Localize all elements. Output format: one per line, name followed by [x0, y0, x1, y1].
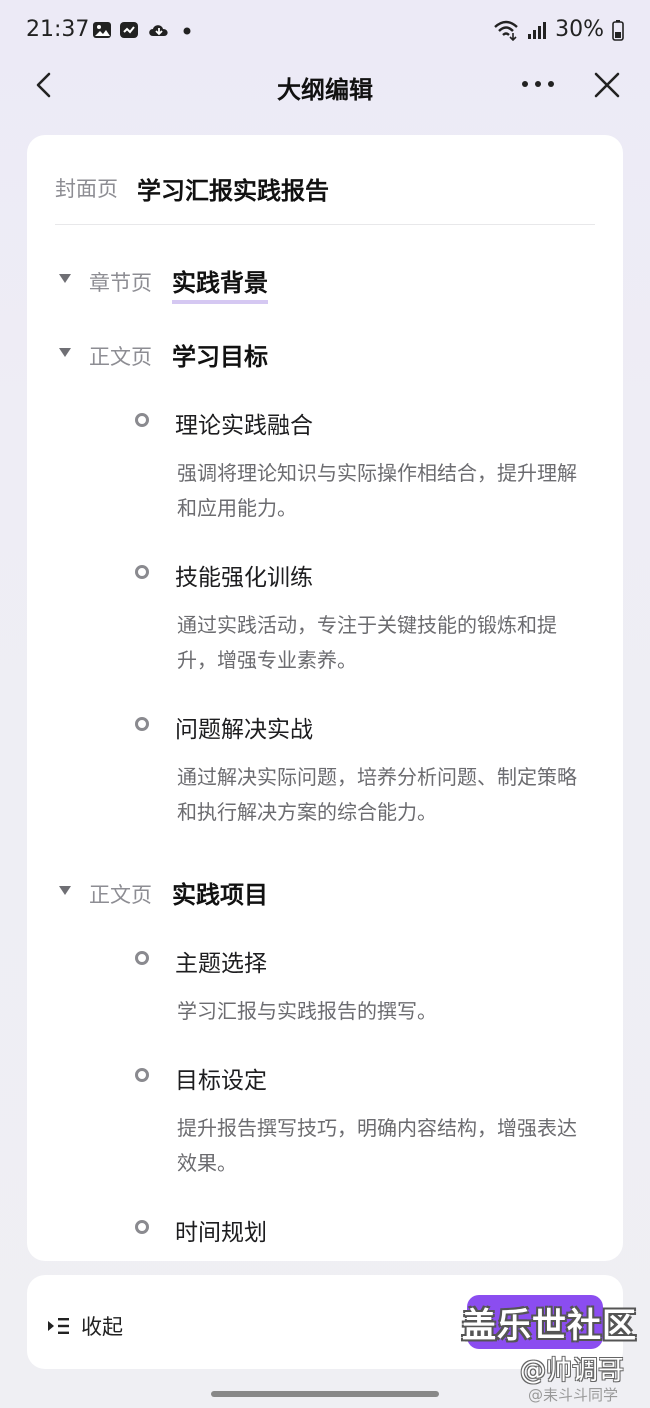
item-description[interactable]: 学习汇报与实践报告的撰写。 — [177, 994, 577, 1029]
close-icon[interactable] — [590, 68, 624, 102]
section-row: 正文页 实践项目 — [55, 875, 595, 915]
battery-percent: 30% — [555, 17, 604, 42]
cover-type-label: 封面页 — [55, 177, 118, 201]
section-type-label: 正文页 — [89, 883, 152, 907]
section-title[interactable]: 学习目标 — [172, 337, 268, 372]
item-description[interactable]: 强调将理论知识与实际操作相结合，提升理解和应用能力。 — [177, 456, 577, 526]
section-title[interactable]: 实践背景 — [172, 263, 268, 304]
cloud-icon — [149, 25, 168, 36]
cover-title[interactable]: 学习汇报实践报告 — [137, 171, 329, 206]
header: 大纲编辑 — [0, 60, 650, 110]
signal-icon — [528, 21, 547, 39]
collapse-button[interactable]: 收起 — [47, 1311, 123, 1341]
section-type-label: 正文页 — [89, 345, 152, 369]
item-title[interactable]: 问题解决实战 — [175, 710, 313, 744]
home-indicator[interactable] — [211, 1391, 439, 1397]
item-title[interactable]: 目标设定 — [175, 1061, 267, 1095]
item-title[interactable]: 理论实践融合 — [175, 406, 313, 440]
section-row: 章节页 实践背景 — [55, 263, 595, 304]
item-description[interactable]: 提升报告撰写技巧，明确内容结构，增强表达效果。 — [177, 1111, 577, 1181]
item-title[interactable]: 时间规划 — [175, 1213, 267, 1247]
cover-row[interactable]: 封面页 学习汇报实践报告 — [55, 171, 595, 225]
bullet-icon — [135, 951, 149, 965]
item-description[interactable]: 通过解决实际问题，培养分析问题、制定策略和执行解决方案的综合能力。 — [177, 760, 577, 830]
status-bar: 21:37 30% — [0, 0, 650, 60]
collapse-triangle-icon[interactable] — [59, 274, 71, 283]
battery-icon — [612, 19, 624, 41]
status-right: 30% — [493, 17, 624, 42]
outline-card: 封面页 学习汇报实践报告 章节页 实践背景 正文页 学习目标 理论实践融合 强调… — [27, 135, 623, 1261]
watermark-author: @帅调哥 — [520, 1356, 625, 1386]
watermark-community: 盖乐世社区 — [462, 1306, 637, 1346]
item-title[interactable]: 主题选择 — [175, 944, 267, 978]
watermark-source: @耒斗斗同学 — [528, 1386, 619, 1404]
more-options-icon[interactable] — [520, 78, 556, 90]
image-icon — [93, 22, 111, 38]
bullet-icon — [135, 1068, 149, 1082]
collapse-triangle-icon[interactable] — [59, 348, 71, 357]
dot-icon — [183, 27, 191, 35]
section-row: 正文页 学习目标 — [55, 337, 595, 377]
bullet-icon — [135, 717, 149, 731]
sync-icon — [120, 22, 138, 38]
bullet-icon — [135, 413, 149, 427]
item-title[interactable]: 技能强化训练 — [175, 558, 313, 592]
collapse-label: 收起 — [81, 1315, 123, 1339]
collapse-list-icon — [48, 1318, 69, 1334]
collapse-triangle-icon[interactable] — [59, 886, 71, 895]
bullet-icon — [135, 565, 149, 579]
status-time: 21:37 — [26, 17, 90, 42]
bullet-icon — [135, 1220, 149, 1234]
section-title[interactable]: 实践项目 — [172, 875, 268, 910]
section-type-label: 章节页 — [89, 271, 152, 295]
item-description[interactable]: 通过实践活动，专注于关键技能的锻炼和提升，增强专业素养。 — [177, 608, 577, 678]
wifi-icon — [494, 20, 518, 41]
